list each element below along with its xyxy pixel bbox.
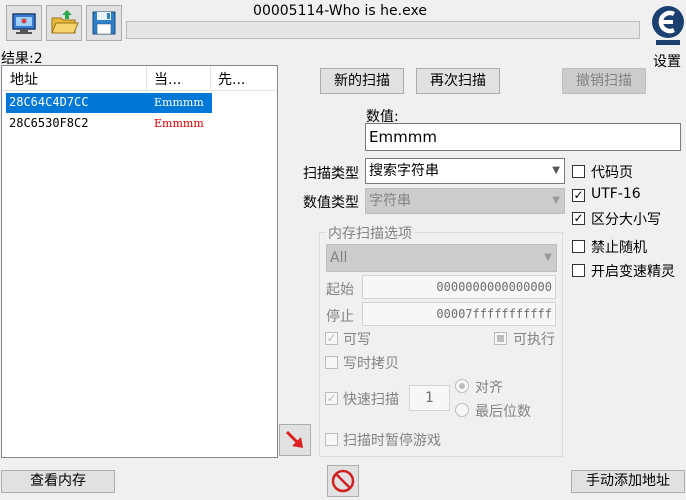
stop-address-label: 停止: [326, 309, 354, 325]
column-header-current[interactable]: 当...: [154, 69, 181, 89]
row-value: Emmmm: [154, 96, 204, 109]
codepage-checkbox[interactable]: [572, 165, 585, 178]
row-value: Emmmm: [154, 117, 204, 130]
floppy-disk-icon: [92, 11, 116, 35]
open-process-button[interactable]: [6, 5, 42, 41]
value-type-value: 字符串: [369, 193, 411, 209]
stop-address-input[interactable]: 00007fffffffffff: [362, 302, 556, 326]
scan-type-label: 扫描类型: [303, 166, 359, 182]
column-divider: [210, 66, 211, 91]
next-scan-button[interactable]: 再次扫描: [416, 68, 500, 94]
copy-on-write-label: 写时拷贝: [343, 356, 399, 372]
fast-scan-checkbox[interactable]: ✓: [325, 392, 338, 405]
open-file-button[interactable]: [46, 5, 82, 41]
scan-progress-bar: [126, 21, 640, 39]
indeterminate-mark: [497, 335, 504, 342]
view-memory-button[interactable]: 查看内存: [1, 470, 115, 493]
add-selected-to-list-button[interactable]: [279, 424, 311, 456]
start-address-label: 起始: [326, 282, 354, 298]
speedhack-label: 开启变速精灵: [591, 264, 675, 280]
results-header: 地址 当... 先...: [2, 66, 277, 91]
no-random-checkbox[interactable]: [572, 240, 585, 253]
add-address-manually-button[interactable]: 手动添加地址: [571, 470, 685, 493]
copy-on-write-checkbox[interactable]: [325, 356, 338, 369]
utf16-checkbox[interactable]: ✓: [572, 189, 585, 202]
alignment-label: 对齐: [475, 380, 503, 396]
value-input[interactable]: Emmmm: [365, 123, 681, 151]
value-type-label: 数值类型: [303, 195, 359, 211]
settings-label: 设置: [653, 54, 681, 70]
window-title: 00005114-Who is he.exe: [253, 3, 427, 19]
speedhack-checkbox[interactable]: [572, 264, 585, 277]
save-button[interactable]: [86, 5, 122, 41]
fast-scan-alignment-input[interactable]: 1: [409, 385, 450, 411]
table-row[interactable]: 28C64C4D7CC Emmmm: [6, 93, 212, 113]
scan-type-select[interactable]: 搜索字符串 ▼: [365, 158, 565, 184]
settings-button[interactable]: 设置: [650, 0, 686, 72]
value-type-select[interactable]: 字符串 ▼: [365, 188, 565, 214]
memory-options-title: 内存扫描选项: [326, 223, 414, 243]
table-row[interactable]: 28C6530F8C2 Emmmm: [6, 114, 212, 134]
case-sensitive-checkbox[interactable]: ✓: [572, 212, 585, 225]
chevron-down-icon: ▼: [552, 165, 560, 176]
stop-scan-button[interactable]: [327, 465, 359, 497]
column-header-address[interactable]: 地址: [10, 69, 38, 89]
monitor-icon: [12, 13, 36, 34]
fast-scan-label: 快速扫描: [343, 392, 399, 408]
memory-region-value: All: [330, 250, 348, 266]
no-entry-icon: [331, 469, 355, 493]
folder-open-icon: [51, 10, 79, 34]
column-header-previous[interactable]: 先...: [218, 69, 245, 89]
memory-region-select[interactable]: All ▼: [326, 244, 557, 272]
scan-type-value: 搜索字符串: [369, 163, 439, 179]
pause-game-label: 扫描时暂停游戏: [343, 433, 441, 449]
fast-scan-alignment-value: 1: [425, 390, 434, 406]
row-address: 28C6530F8C2: [9, 116, 89, 130]
chevron-down-icon: ▼: [552, 195, 560, 206]
undo-scan-button[interactable]: 撤销扫描: [562, 68, 646, 94]
value-input-text: Emmmm: [369, 128, 437, 146]
column-divider: [146, 66, 147, 91]
writable-checkbox[interactable]: ✓: [325, 332, 338, 345]
last-digits-label: 最后位数: [475, 404, 531, 420]
add-to-list-arrow-icon: [285, 430, 303, 448]
executable-checkbox[interactable]: [494, 332, 507, 345]
codepage-label: 代码页: [591, 165, 633, 181]
last-digits-radio[interactable]: [455, 403, 469, 417]
new-scan-button[interactable]: 新的扫描: [320, 68, 404, 94]
results-list[interactable]: 地址 当... 先... 28C64C4D7CC Emmmm 28C6530F8…: [1, 65, 278, 458]
pause-game-checkbox[interactable]: [325, 433, 338, 446]
chevron-down-icon: ▼: [544, 252, 552, 263]
no-random-label: 禁止随机: [591, 240, 647, 256]
start-address-input[interactable]: 0000000000000000: [362, 275, 556, 299]
case-sensitive-label: 区分大小写: [591, 212, 661, 228]
writable-label: 可写: [343, 332, 371, 348]
cheat-engine-logo: [652, 6, 684, 45]
executable-label: 可执行: [513, 332, 555, 348]
utf16-label: UTF-16: [591, 186, 641, 202]
row-address: 28C64C4D7CC: [9, 95, 89, 109]
alignment-radio[interactable]: [455, 379, 469, 393]
